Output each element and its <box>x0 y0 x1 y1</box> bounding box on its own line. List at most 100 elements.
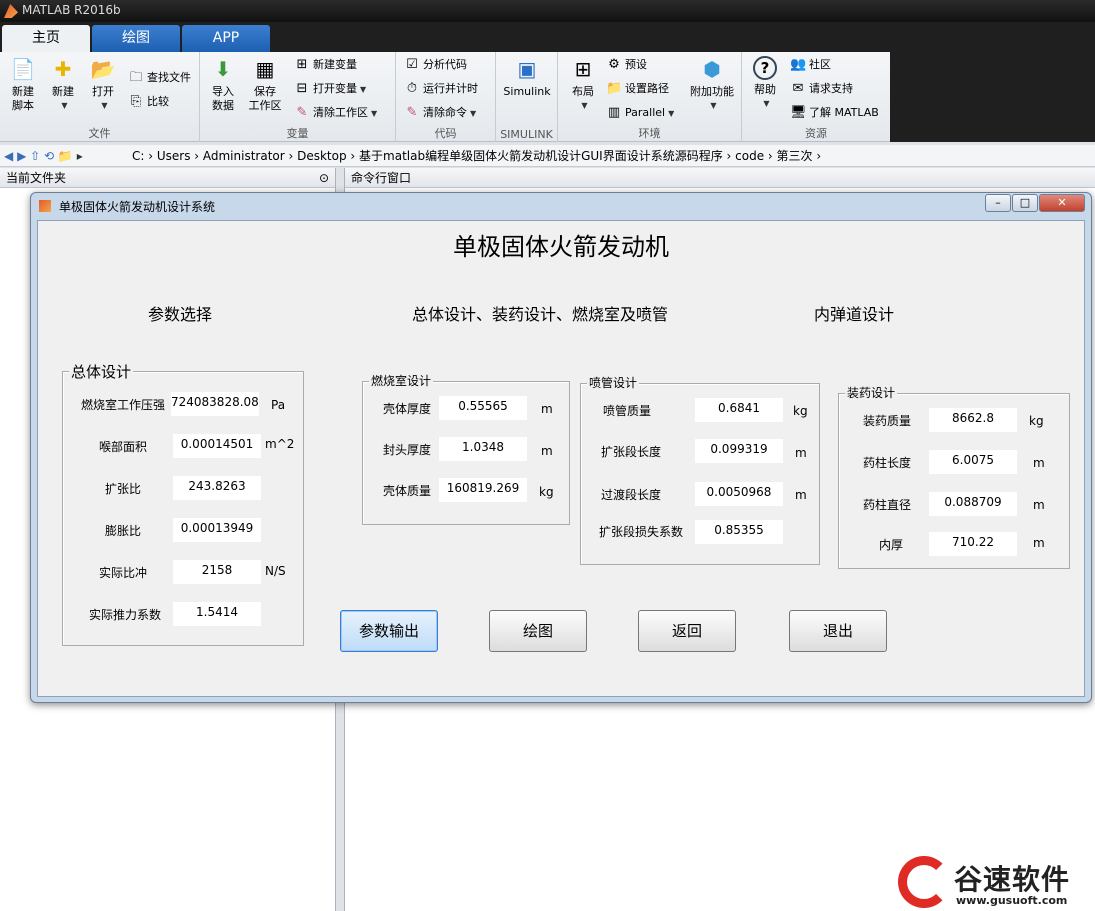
shell-thickness-unit: m <box>541 402 553 416</box>
simulink-button[interactable]: ▣ Simulink <box>502 56 552 99</box>
chamber-design-panel: 燃烧室设计 壳体厚度 0.55565 m 封头厚度 1.0348 m 壳体质量 … <box>362 372 570 525</box>
gui-window-title: 单极固体火箭发动机设计系统 <box>59 200 216 214</box>
open-button[interactable]: 📂 打开 ▼ <box>80 56 126 113</box>
chevron-down-icon: ▼ <box>371 109 378 118</box>
panel-menu-icon[interactable]: ⊙ <box>319 168 329 188</box>
throat-area-unit: m^2 <box>265 437 295 451</box>
parallel-button[interactable]: ▥ Parallel ▼ <box>606 103 674 123</box>
import-data-button[interactable]: ⬇ 导入 数据 <box>200 56 246 113</box>
open-variable-button[interactable]: ⊟ 打开变量 ▼ <box>294 79 367 99</box>
output-params-button[interactable]: 参数输出 <box>340 610 438 652</box>
support-icon: ✉ <box>792 81 804 96</box>
ribbon-toolbar: 📄 新建 脚本 ✚ 新建 ▼ 📂 打开 ▼ 🗀 查找文件 ⎘ 比较 文件 ⬇ 导入 数据… <box>0 52 890 142</box>
minimize-button[interactable]: – <box>985 194 1011 212</box>
clear-commands-icon: ✎ <box>406 105 418 120</box>
layout-button[interactable]: ⊞ 布局 ▼ <box>560 56 606 113</box>
expansion-length-label: 扩张段长度 <box>600 445 661 459</box>
plus-icon: ✚ <box>54 57 72 81</box>
close-button[interactable]: ✕ <box>1039 194 1085 212</box>
app-title: MATLAB R2016b <box>22 3 121 17</box>
plot-button[interactable]: 绘图 <box>489 610 587 652</box>
forward-arrow-icon[interactable]: ▶ <box>17 149 26 163</box>
up-folder-icon[interactable]: ⇧ <box>30 149 40 163</box>
expansion-loss-value: 0.85355 <box>695 520 783 544</box>
group-variable: ⬇ 导入 数据 ▦ 保存 工作区 ⊞ 新建变量 ⊟ 打开变量 ▼ ✎ 清除工作区 ▼ 变量 <box>200 52 396 142</box>
exit-button[interactable]: 退出 <box>789 610 887 652</box>
nozzle-design-panel: 喷管设计 喷管质量 0.6841 kg 扩张段长度 0.099319 m 过渡段… <box>580 374 820 565</box>
save-workspace-button[interactable]: ▦ 保存 工作区 <box>242 56 288 113</box>
request-support-button[interactable]: ✉ 请求支持 <box>790 79 853 99</box>
maximize-button[interactable]: □ <box>1012 194 1038 212</box>
addons-button[interactable]: ⬢ 附加功能 ▼ <box>686 56 738 113</box>
tab-plots[interactable]: 绘图 <box>92 25 180 52</box>
group-code: ☑ 分析代码 ⏱ 运行并计时 ✎ 清除命令 ▼ 代码 <box>396 52 496 142</box>
browse-icon[interactable]: ⟲ <box>44 149 54 163</box>
set-path-button[interactable]: 📁 设置路径 <box>606 79 669 99</box>
nozzle-mass-label: 喷管质量 <box>602 404 651 418</box>
import-label: 导入 数据 <box>212 85 234 112</box>
set-path-icon: 📁 <box>606 81 623 96</box>
close-icon: ✕ <box>1057 196 1067 209</box>
help-button[interactable]: ? 帮助 ▼ <box>742 56 788 111</box>
nav-buttons: ◀ ▶ ⇧ ⟲ 📁 ▸ <box>4 145 83 167</box>
grain-length-label: 药柱长度 <box>862 456 911 470</box>
analyze-code-button[interactable]: ☑ 分析代码 <box>404 55 467 75</box>
expansion-ratio-value: 243.8263 <box>173 476 261 500</box>
gui-window-titlebar: 单极固体火箭发动机设计系统 – □ ✕ <box>31 193 1091 219</box>
chamber-pressure-unit: Pa <box>271 398 286 412</box>
charge-mass-unit: kg <box>1029 414 1044 428</box>
shell-mass-label: 壳体质量 <box>382 484 431 498</box>
folder-icon[interactable]: 📁 <box>58 149 73 163</box>
nozzle-mass-value: 0.6841 <box>695 398 783 422</box>
transition-length-label: 过渡段长度 <box>600 488 661 502</box>
address-bar: ◀ ▶ ⇧ ⟲ 📁 ▸ C: › Users › Administrator ›… <box>0 145 1095 167</box>
maximize-icon: □ <box>1019 196 1031 209</box>
brand-url: www.gusuoft.com <box>956 894 1068 907</box>
community-button[interactable]: 👥 社区 <box>790 55 831 75</box>
charge-mass-value: 8662.8 <box>929 408 1017 432</box>
group-simulink: ▣ Simulink SIMULINK <box>496 52 558 142</box>
web-thickness-value: 710.22 <box>929 532 1017 556</box>
web-thickness-label: 内厚 <box>878 538 903 552</box>
shell-mass-value: 160819.269 <box>439 478 527 502</box>
clear-commands-button[interactable]: ✎ 清除命令 ▼ <box>404 103 477 123</box>
section-ballistics-title: 内弹道设计 <box>814 305 895 324</box>
chevron-down-icon: ▼ <box>581 101 588 110</box>
parallel-icon: ▥ <box>607 105 621 120</box>
compare-button[interactable]: ⎘ 比较 <box>128 92 169 112</box>
minimize-icon: – <box>995 196 1001 209</box>
grain-diameter-unit: m <box>1033 498 1045 512</box>
chevron-down-icon: ▼ <box>470 109 477 118</box>
nozzle-design-title: 喷管设计 <box>587 374 640 391</box>
tab-home[interactable]: 主页 <box>2 25 90 52</box>
ribbon-empty-area <box>890 52 1095 142</box>
chamber-pressure-value: 724083828.0844 <box>171 392 259 416</box>
chamber-design-title: 燃烧室设计 <box>369 372 434 389</box>
tab-apps[interactable]: APP <box>182 25 270 52</box>
charge-design-title: 装药设计 <box>845 384 898 401</box>
new-variable-button[interactable]: ⊞ 新建变量 <box>294 55 357 75</box>
current-folder-title: 当前文件夹 <box>6 171 67 185</box>
group-variable-label: 变量 <box>286 127 309 140</box>
grain-length-value: 6.0075 <box>929 450 1017 474</box>
learn-matlab-button[interactable]: 🖥 了解 MATLAB <box>790 103 879 123</box>
thrust-coefficient-label: 实际推力系数 <box>88 608 161 622</box>
expansion-loss-label: 扩张段损失系数 <box>598 525 683 539</box>
ribbon-tabs: 主页 绘图 APP <box>0 22 1095 52</box>
group-code-label: 代码 <box>434 127 457 140</box>
preferences-button[interactable]: ⚙ 预设 <box>606 55 647 75</box>
back-button[interactable]: 返回 <box>638 610 736 652</box>
head-thickness-label: 封头厚度 <box>382 443 431 457</box>
clear-workspace-button[interactable]: ✎ 清除工作区 ▼ <box>294 103 378 123</box>
back-arrow-icon[interactable]: ◀ <box>4 149 13 163</box>
specific-impulse-value: 2158 <box>173 560 261 584</box>
charge-design-panel: 装药设计 装药质量 8662.8 kg 药柱长度 6.0075 m 药柱直径 0… <box>838 384 1070 569</box>
group-resources: ? 帮助 ▼ 👥 社区 ✉ 请求支持 🖥 了解 MATLAB 资源 <box>742 52 890 142</box>
find-files-button[interactable]: 🗀 查找文件 <box>128 68 191 88</box>
current-path[interactable]: C: › Users › Administrator › Desktop › 基… <box>132 145 821 167</box>
group-file-label: 文件 <box>88 127 111 140</box>
group-environment: ⊞ 布局 ▼ ⚙ 预设 📁 设置路径 ▥ Parallel ▼ ⬢ 附加功能 ▼ 环境 <box>558 52 742 142</box>
import-icon: ⬇ <box>214 57 232 81</box>
web-thickness-unit: m <box>1033 536 1045 550</box>
run-and-time-button[interactable]: ⏱ 运行并计时 <box>404 79 478 99</box>
